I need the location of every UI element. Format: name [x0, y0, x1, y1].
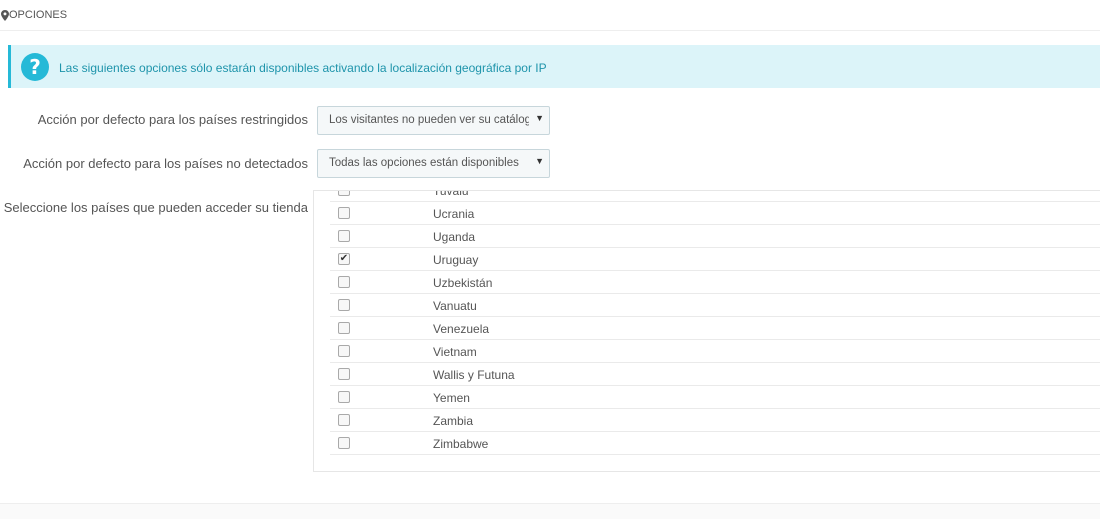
country-row[interactable]: Tuvalu: [330, 190, 1100, 202]
country-row[interactable]: Yemen: [330, 386, 1100, 409]
country-row[interactable]: Uganda: [330, 225, 1100, 248]
country-checkbox[interactable]: [338, 345, 350, 357]
country-row[interactable]: Ucrania: [330, 202, 1100, 225]
alert-text: Las siguientes opciones sólo estarán dis…: [59, 61, 547, 75]
country-row[interactable]: Zimbabwe: [330, 432, 1100, 455]
country-checkbox[interactable]: ✔: [338, 253, 350, 265]
info-alert: ? Las siguientes opciones sólo estarán d…: [8, 45, 1100, 88]
country-name: Tuvalu: [433, 190, 469, 198]
country-name: Zambia: [433, 414, 474, 428]
restricted-action-select[interactable]: Los visitantes no pueden ver su catálogo…: [317, 106, 550, 135]
undetected-countries-label: Acción por defecto para los países no de…: [23, 156, 308, 171]
panel-footer: [0, 503, 1100, 519]
country-name: Vietnam: [433, 345, 477, 359]
chevron-down-icon: ▼: [535, 156, 544, 166]
country-checkbox[interactable]: [338, 191, 350, 196]
country-row[interactable]: Wallis y Futuna: [330, 363, 1100, 386]
map-pin-icon: [1, 10, 9, 21]
country-name: Zimbabwe: [433, 437, 489, 451]
allowed-countries-label: Seleccione los países que pueden acceder…: [3, 200, 308, 215]
country-row[interactable]: ✔ Uruguay: [330, 248, 1100, 271]
country-name: Yemen: [433, 391, 470, 405]
country-checkbox[interactable]: [338, 230, 350, 242]
restricted-action-value: Los visitantes no pueden ver su catálogo…: [329, 114, 529, 126]
country-row[interactable]: Zambia: [330, 409, 1100, 432]
country-name: Uruguay: [433, 253, 479, 267]
country-checkbox[interactable]: [338, 368, 350, 380]
panel-title: OPCIONES: [9, 9, 68, 21]
question-icon: ?: [21, 53, 49, 81]
country-name: Uzbekistán: [433, 276, 493, 290]
country-checkbox[interactable]: [338, 414, 350, 426]
country-name: Ucrania: [433, 207, 475, 221]
country-checkbox[interactable]: [338, 322, 350, 334]
chevron-down-icon: ▼: [535, 113, 544, 123]
country-row[interactable]: Vietnam: [330, 340, 1100, 363]
country-name: Vanuatu: [433, 299, 477, 313]
country-name: Uganda: [433, 230, 476, 244]
country-checkbox[interactable]: [338, 276, 350, 288]
country-row[interactable]: Vanuatu: [330, 294, 1100, 317]
country-checkbox[interactable]: [338, 207, 350, 219]
restricted-countries-label: Acción por defecto para los países restr…: [37, 112, 308, 127]
country-checkbox[interactable]: [338, 299, 350, 311]
country-row[interactable]: Uzbekistán: [330, 271, 1100, 294]
country-list-box[interactable]: Tuvalu Ucrania Uganda ✔ Uruguay Uzbekistán Van…: [313, 190, 1100, 472]
country-name: Venezuela: [433, 322, 490, 336]
panel-header: OPCIONES: [0, 0, 1100, 31]
country-name: Wallis y Futuna: [433, 368, 515, 382]
country-row[interactable]: Venezuela: [330, 317, 1100, 340]
country-list: Tuvalu Ucrania Uganda ✔ Uruguay Uzbekistán Van…: [330, 190, 1100, 455]
country-checkbox[interactable]: [338, 391, 350, 403]
country-checkbox[interactable]: [338, 437, 350, 449]
undetected-action-select[interactable]: Todas las opciones están disponibles ▼: [317, 149, 550, 178]
undetected-action-value: Todas las opciones están disponibles: [329, 157, 519, 169]
